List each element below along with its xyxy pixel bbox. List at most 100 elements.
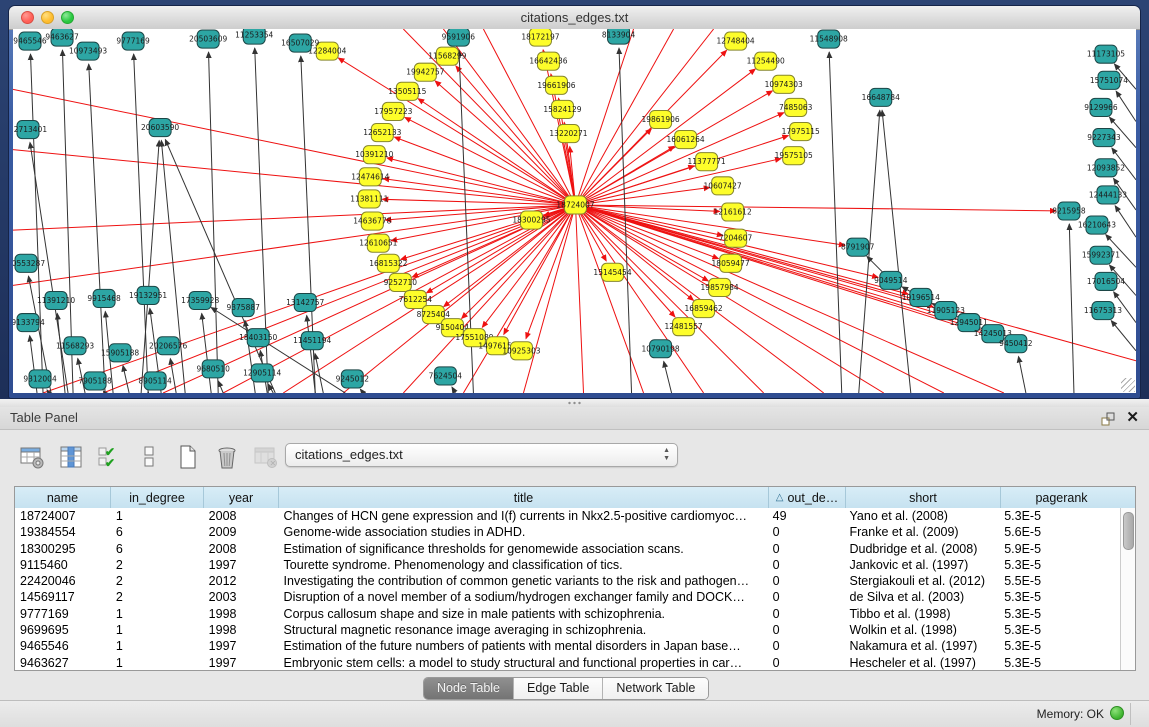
table-row[interactable]: 977716911998Corpus callosum shape and si… <box>15 606 1120 622</box>
graph-node[interactable]: 8133904 <box>602 29 636 44</box>
graph-node[interactable]: 19857984 <box>701 278 739 296</box>
graph-node[interactable]: 12161612 <box>714 203 752 221</box>
graph-node[interactable]: 11254490 <box>747 52 785 70</box>
graph-edge[interactable] <box>576 205 1136 361</box>
table-row[interactable]: 946554611997Estimation of the future num… <box>15 638 1120 654</box>
graph-node[interactable]: 10974303 <box>765 75 803 93</box>
graph-node[interactable]: 16859462 <box>685 299 723 317</box>
graph-edge[interactable] <box>123 366 129 393</box>
graph-edge[interactable] <box>1116 91 1136 121</box>
graph-node[interactable]: 18300295 <box>512 211 550 229</box>
graph-node[interactable]: 11568299 <box>428 47 466 65</box>
graph-edge[interactable] <box>395 137 576 205</box>
graph-node[interactable]: 19661906 <box>537 76 575 94</box>
graph-node[interactable]: 16642436 <box>529 52 567 70</box>
graph-edge[interactable] <box>387 158 576 205</box>
delete-table-button[interactable] <box>213 443 241 471</box>
graph-node[interactable]: 12481557 <box>665 318 703 336</box>
graph-node[interactable]: 12713401 <box>13 121 47 139</box>
graph-node[interactable]: 11173105 <box>1087 45 1125 63</box>
graph-node[interactable]: 10553287 <box>13 254 45 272</box>
graph-node[interactable]: 20503609 <box>189 30 227 48</box>
select-columns-button[interactable] <box>57 443 85 471</box>
graph-node[interactable]: 7485063 <box>779 98 813 116</box>
graph-node[interactable]: 19575105 <box>775 147 813 165</box>
table-row[interactable]: 911546021997Tourette syndrome. Phenomeno… <box>15 557 1120 573</box>
graph-node[interactable]: 18403150 <box>239 329 277 347</box>
graph-edge[interactable] <box>576 205 719 259</box>
graph-edge[interactable] <box>576 166 695 205</box>
graph-node[interactable]: 12748404 <box>717 32 755 50</box>
graph-edge[interactable] <box>435 81 575 205</box>
graph-node[interactable]: 13505115 <box>388 82 426 100</box>
graph-edge[interactable] <box>1115 206 1136 237</box>
graph-edge[interactable] <box>211 307 345 393</box>
graph-node[interactable]: 12444133 <box>1089 186 1127 204</box>
graph-node[interactable]: 10607427 <box>704 177 742 195</box>
column-header-in_degree[interactable]: in_degree <box>111 487 204 508</box>
table-scrollbar[interactable] <box>1120 508 1135 670</box>
graph-edge[interactable] <box>576 205 644 393</box>
graph-node[interactable]: 9465546 <box>13 32 47 50</box>
graph-node[interactable]: 8905114 <box>138 372 172 390</box>
graph-node[interactable]: 9245012 <box>336 370 370 388</box>
graph-node[interactable]: 15992371 <box>1082 246 1120 264</box>
graph-node[interactable]: 16815322 <box>369 254 407 272</box>
network-window-titlebar[interactable]: citations_edges.txt <box>9 6 1140 30</box>
toggle-rows-button[interactable] <box>135 443 163 471</box>
graph-node[interactable]: 12093852 <box>1087 159 1125 177</box>
graph-node[interactable]: 18172197 <box>521 29 559 46</box>
graph-node[interactable]: 11675313 <box>1084 301 1122 319</box>
table-row[interactable]: 1830029562008Estimation of significance … <box>15 541 1120 557</box>
graph-edge[interactable] <box>103 205 575 393</box>
graph-node[interactable]: 10790198 <box>641 340 679 358</box>
graph-edge[interactable] <box>829 52 842 393</box>
graph-edge[interactable] <box>463 205 575 393</box>
graph-node[interactable]: 15905188 <box>101 344 139 362</box>
graph-node[interactable]: 9312004 <box>23 370 57 388</box>
table-row[interactable]: 1456911722003Disruption of a novel membe… <box>15 589 1120 605</box>
graph-edge[interactable] <box>1018 357 1025 393</box>
graph-node[interactable]: 13220271 <box>549 125 587 143</box>
graph-node[interactable]: 11377771 <box>688 153 726 171</box>
citation-network-graph[interactable]: 1872400711568299199427571350511517957223… <box>13 29 1136 393</box>
graph-node[interactable]: 9129966 <box>1084 98 1118 116</box>
graph-node[interactable]: 11381111 <box>350 190 388 208</box>
graph-node[interactable]: 9463627 <box>45 29 79 46</box>
network-view-window[interactable]: citations_edges.txt 18724007115682991994… <box>8 5 1141 399</box>
graph-node[interactable]: 16648784 <box>862 88 900 106</box>
column-header-title[interactable]: title <box>279 487 769 508</box>
graph-node[interactable]: 17957223 <box>374 102 412 120</box>
graph-edge[interactable] <box>383 179 575 205</box>
tab-node-table[interactable]: Node Table <box>424 678 514 699</box>
graph-edge[interactable] <box>882 110 911 393</box>
column-header-year[interactable]: year <box>204 487 279 508</box>
graph-node[interactable]: 10973493 <box>69 42 107 60</box>
column-header-name[interactable]: name <box>15 487 111 508</box>
close-panel-icon[interactable]: ✕ <box>1126 409 1139 427</box>
graph-node[interactable]: 17359928 <box>181 291 219 309</box>
graph-node[interactable]: 12610651 <box>359 234 397 252</box>
graph-node[interactable]: 9915468 <box>87 289 121 307</box>
graph-edge[interactable] <box>1069 224 1074 393</box>
table-row[interactable]: 1872400712008Changes of HCN gene express… <box>15 508 1120 524</box>
table-row[interactable]: 946362711997Embryonic stem cells: a mode… <box>15 655 1120 670</box>
graph-node[interactable]: 17975115 <box>782 123 820 141</box>
tab-network-table[interactable]: Network Table <box>603 678 708 699</box>
graph-node[interactable]: 11451194 <box>293 332 331 350</box>
network-canvas[interactable]: 1872400711568299199427571350511517957223… <box>13 29 1136 393</box>
graph-edge[interactable] <box>664 361 672 393</box>
graph-node[interactable]: 9227343 <box>1087 129 1121 147</box>
graph-node[interactable]: 7624504 <box>429 367 463 385</box>
graph-node[interactable]: 19132951 <box>129 286 167 304</box>
graph-node[interactable]: 20603590 <box>141 118 179 136</box>
column-header-short[interactable]: short <box>846 487 1001 508</box>
graph-edge[interactable] <box>134 54 148 393</box>
graph-node[interactable]: 8215958 <box>1052 202 1086 220</box>
graph-node[interactable]: 16210643 <box>1078 216 1116 234</box>
scrollbar-thumb[interactable] <box>1123 512 1134 550</box>
graph-edge[interactable] <box>1111 321 1136 351</box>
network-table-selector[interactable]: citations_edges.txt ▲▼ <box>285 443 678 467</box>
graph-edge[interactable] <box>315 354 323 393</box>
column-header-out_degree[interactable]: △out_de… <box>769 487 846 508</box>
